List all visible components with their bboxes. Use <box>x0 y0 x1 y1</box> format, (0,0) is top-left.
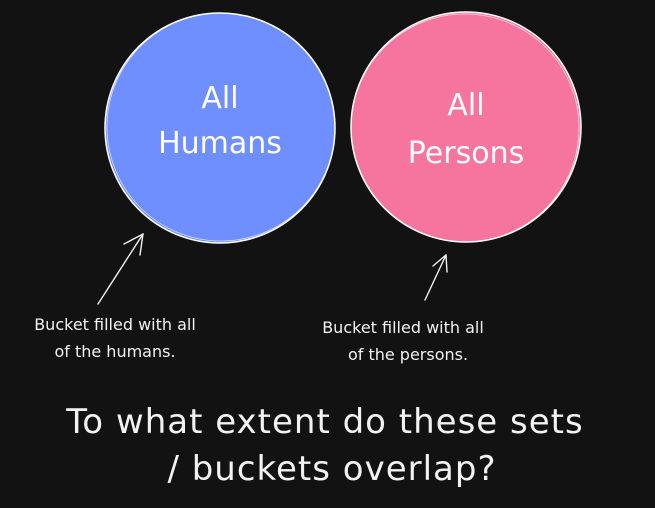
humans-caption-line2: of the humans. <box>54 342 175 361</box>
persons-label-line1: All <box>447 88 484 123</box>
persons-set: All Persons <box>350 11 582 243</box>
venn-diagram-canvas: All Humans All Persons Bucket filled wit… <box>34 11 583 489</box>
humans-pointer-arrow <box>97 233 144 305</box>
persons-pointer-arrow <box>424 254 448 301</box>
humans-label-line1: All <box>201 81 238 116</box>
humans-set: All Humans <box>104 12 336 244</box>
question-line1: To what extent do these sets <box>65 402 583 442</box>
humans-caption-line1: Bucket filled with all <box>34 315 196 334</box>
question-line2: / buckets overlap? <box>167 449 496 489</box>
persons-label-line2: Persons <box>408 136 524 171</box>
persons-caption-line1: Bucket filled with all <box>322 318 484 337</box>
persons-caption-line2: of the persons. <box>348 345 468 364</box>
humans-label-line2: Humans <box>158 126 282 161</box>
